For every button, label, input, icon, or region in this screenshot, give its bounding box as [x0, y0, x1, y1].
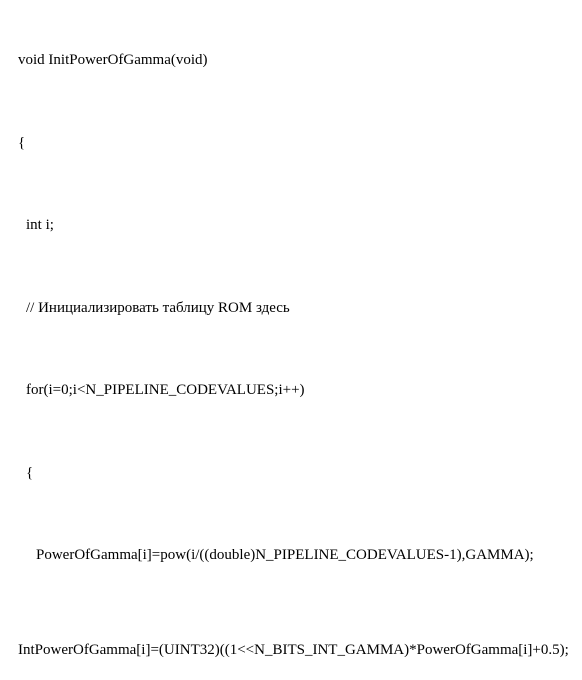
code-line-7: PowerOfGamma[i]=pow(i/((double)N_PIPELIN… [18, 546, 572, 566]
code-line-6: { [18, 464, 572, 484]
code-line-1: void InitPowerOfGamma(void) [18, 51, 572, 71]
code-line-8: IntPowerOfGamma[i]=(UINT32)((1<<N_BITS_I… [18, 641, 572, 661]
code-line-5: for(i=0;i<N_PIPELINE_CODEVALUES;i++) [18, 381, 572, 401]
code-line-4: // Инициализировать таблицу ROM здесь [18, 299, 572, 319]
code-line-2: { [18, 134, 572, 154]
code-block: void InitPowerOfGamma(void) { int i; // … [18, 12, 572, 680]
code-line-3: int i; [18, 216, 572, 236]
